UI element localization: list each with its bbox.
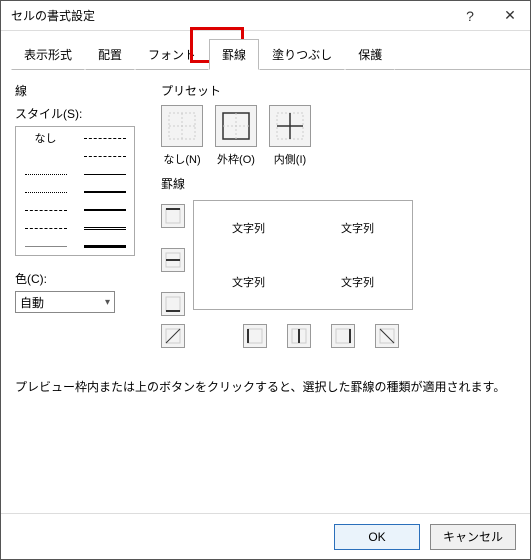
border-top-button[interactable] <box>161 204 185 228</box>
border-mid-h-button[interactable] <box>161 248 185 272</box>
tab-font[interactable]: フォント <box>135 39 209 70</box>
border-section-label: 罫線 <box>161 175 516 192</box>
preset-none-button[interactable] <box>161 105 203 147</box>
border-diag-down-icon <box>379 328 395 344</box>
line-section-label: 線 <box>15 82 143 99</box>
line-style-list[interactable]: なし <box>15 126 135 256</box>
line-style-opt[interactable] <box>20 203 71 217</box>
line-style-opt[interactable] <box>20 185 71 199</box>
window-title: セルの書式設定 <box>11 7 450 24</box>
border-diag-up-icon <box>165 328 181 344</box>
tab-alignment[interactable]: 配置 <box>85 39 135 70</box>
chevron-down-icon: ▾ <box>105 297 110 308</box>
line-color-value: 自動 <box>20 294 44 311</box>
line-style-opt[interactable] <box>79 203 130 217</box>
preview-cell: 文字列 <box>232 274 265 290</box>
tab-filler <box>395 39 530 70</box>
preset-none-label: なし(N) <box>163 151 200 167</box>
border-right-icon <box>335 328 351 344</box>
border-right-button[interactable] <box>331 324 355 348</box>
border-diag-down-button[interactable] <box>375 324 399 348</box>
border-top-icon <box>165 208 181 224</box>
instruction-text: プレビュー枠内または上のボタンをクリックすると、選択した罫線の種類が適用されます… <box>15 378 516 395</box>
line-style-opt[interactable] <box>20 239 71 253</box>
preset-inside-label: 内側(I) <box>274 151 306 167</box>
preview-cell: 文字列 <box>341 220 374 236</box>
cancel-button[interactable]: キャンセル <box>430 524 516 550</box>
tab-display-format[interactable]: 表示形式 <box>11 39 85 70</box>
border-bottom-icon <box>165 296 181 312</box>
line-style-opt[interactable] <box>79 149 130 163</box>
preset-outline-icon <box>221 111 251 141</box>
border-preview[interactable]: 文字列 文字列 文字列 文字列 <box>193 200 413 310</box>
line-style-opt[interactable] <box>79 131 130 145</box>
line-style-opt[interactable] <box>79 221 130 235</box>
tab-protection[interactable]: 保護 <box>345 39 395 70</box>
line-style-opt[interactable] <box>20 221 71 235</box>
border-left-icon <box>247 328 263 344</box>
line-style-opt[interactable] <box>79 167 130 181</box>
border-mid-h-icon <box>165 252 181 268</box>
dialog-window: セルの書式設定 ? ✕ 表示形式 配置 フォント 罫線 塗りつぶし 保護 線 ス… <box>0 0 531 560</box>
preview-cell: 文字列 <box>232 220 265 236</box>
preset-outline-label: 外枠(O) <box>217 151 255 167</box>
line-style-opt[interactable] <box>20 149 71 163</box>
preset-row: なし(N) 外枠(O) 内側(I) <box>161 105 516 167</box>
border-left-button[interactable] <box>243 324 267 348</box>
line-style-label: スタイル(S): <box>15 105 143 122</box>
preview-cell: 文字列 <box>341 274 374 290</box>
tab-fill[interactable]: 塗りつぶし <box>259 39 345 70</box>
preset-outline-button[interactable] <box>215 105 257 147</box>
tab-bar: 表示形式 配置 フォント 罫線 塗りつぶし 保護 <box>1 39 530 70</box>
preset-section-label: プリセット <box>161 82 516 99</box>
line-style-none[interactable]: なし <box>20 131 71 145</box>
dialog-body: 線 スタイル(S): なし <box>1 70 530 513</box>
border-bottom-button[interactable] <box>161 292 185 316</box>
ok-button[interactable]: OK <box>334 524 420 550</box>
titlebar: セルの書式設定 ? ✕ <box>1 1 530 31</box>
line-style-opt[interactable] <box>79 185 130 199</box>
border-mid-v-icon <box>291 328 307 344</box>
preset-inside-icon <box>275 111 305 141</box>
preset-none-icon <box>167 111 197 141</box>
preset-inside-button[interactable] <box>269 105 311 147</box>
line-style-opt[interactable] <box>79 239 130 253</box>
help-button[interactable]: ? <box>450 1 490 31</box>
line-color-label: 色(C): <box>15 270 143 287</box>
close-button[interactable]: ✕ <box>490 1 530 31</box>
footer: OK キャンセル <box>1 513 530 559</box>
border-diag-up-button[interactable] <box>161 324 185 348</box>
line-style-opt[interactable] <box>20 167 71 181</box>
border-mid-v-button[interactable] <box>287 324 311 348</box>
line-color-select[interactable]: 自動 ▾ <box>15 291 115 313</box>
tab-border[interactable]: 罫線 <box>209 39 259 70</box>
